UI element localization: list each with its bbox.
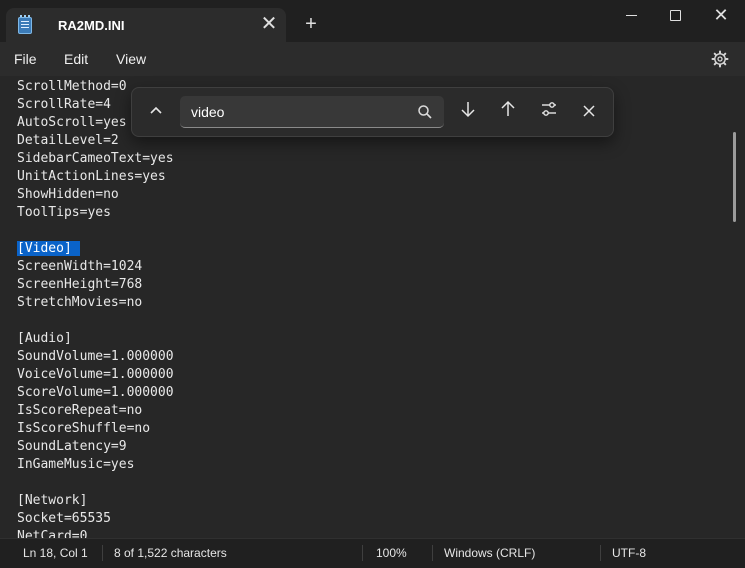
status-divider <box>600 545 601 561</box>
menu-view[interactable]: View <box>116 51 146 67</box>
text-line: ScreenWidth=1024 <box>17 259 143 274</box>
status-bar: Ln 18, Col 1 8 of 1,522 characters 100% … <box>0 538 745 568</box>
text-line: ShowHidden=no <box>17 187 119 202</box>
text-line: InGameMusic=yes <box>17 457 135 472</box>
status-divider <box>102 545 103 561</box>
encoding[interactable]: UTF-8 <box>612 546 646 560</box>
text-line: SoundLatency=9 <box>17 439 127 454</box>
close-find-icon[interactable] <box>575 98 603 126</box>
status-divider <box>362 545 363 561</box>
text-line: UnitActionLines=yes <box>17 169 166 184</box>
tab-title: RA2MD.INI <box>58 18 125 33</box>
text-line: ToolTips=yes <box>17 205 111 220</box>
text-line: [Video] <box>17 240 174 258</box>
find-bar <box>131 87 614 137</box>
text-line: IsScoreRepeat=no <box>17 403 143 418</box>
text-line: NetCard=0 <box>17 529 88 538</box>
search-icon[interactable] <box>417 104 433 120</box>
text-line: VoiceVolume=1.000000 <box>17 367 174 382</box>
zoom-level[interactable]: 100% <box>376 546 407 560</box>
character-count: 8 of 1,522 characters <box>114 546 227 560</box>
text-line: SidebarCameoText=yes <box>17 151 174 166</box>
new-tab-button[interactable]: + <box>301 14 321 34</box>
line-ending[interactable]: Windows (CRLF) <box>444 546 535 560</box>
tab-close-icon[interactable]: ✕ <box>259 14 279 34</box>
tab-ra2md-ini[interactable]: RA2MD.INI ✕ <box>6 8 286 42</box>
maximize-button[interactable] <box>652 0 698 32</box>
text-line <box>17 312 174 330</box>
arrow-up-icon[interactable] <box>494 98 522 126</box>
cursor-position[interactable]: Ln 18, Col 1 <box>23 546 88 560</box>
notepad-icon <box>18 15 32 34</box>
scroll-thumb[interactable] <box>733 132 736 222</box>
text-line: IsScoreShuffle=no <box>17 421 151 436</box>
text-line <box>17 222 174 240</box>
text-line <box>17 474 174 492</box>
menu-bar: File Edit View <box>0 42 745 76</box>
text-line: SoundVolume=1.000000 <box>17 349 174 364</box>
options-sliders-icon[interactable] <box>535 98 563 126</box>
find-input[interactable] <box>180 96 444 128</box>
search-match-highlight: [Video] <box>17 241 80 256</box>
vertical-scrollbar[interactable] <box>733 132 739 222</box>
editor-lines: ScrollMethod=0 ScrollRate=4 AutoScroll=yes… <box>17 78 174 538</box>
status-divider <box>432 545 433 561</box>
text-editor[interactable]: ScrollMethod=0 ScrollRate=4 AutoScroll=yes… <box>0 76 745 538</box>
menu-edit[interactable]: Edit <box>64 51 88 67</box>
text-line: Socket=65535 <box>17 511 111 526</box>
chevron-up-icon[interactable] <box>142 98 170 126</box>
arrow-down-icon[interactable] <box>454 98 482 126</box>
text-line: ScreenHeight=768 <box>17 277 143 292</box>
text-line: [Audio] <box>17 331 72 346</box>
title-bar: RA2MD.INI ✕ + ✕ <box>0 0 745 42</box>
text-line: [Network] <box>17 493 88 508</box>
text-line: ScoreVolume=1.000000 <box>17 385 174 400</box>
text-line: StretchMovies=no <box>17 295 143 310</box>
gear-icon[interactable] <box>710 50 730 70</box>
menu-file[interactable]: File <box>14 51 37 67</box>
minimize-button[interactable] <box>608 0 654 32</box>
close-window-button[interactable]: ✕ <box>698 0 744 32</box>
